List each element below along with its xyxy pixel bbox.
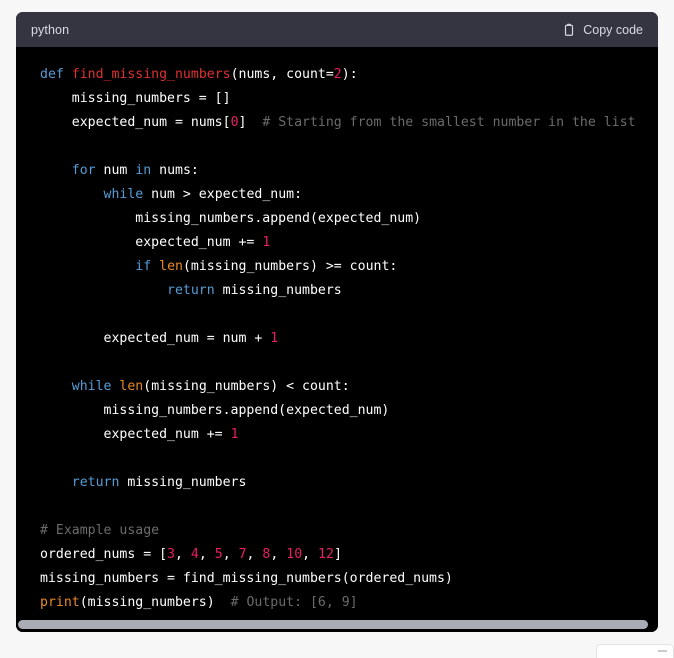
code-token: 0 <box>230 115 239 130</box>
code-token: (nums, count= <box>230 67 334 82</box>
code-token: len <box>119 379 144 394</box>
code-line: expected_num += 1 <box>40 427 239 442</box>
code-token: 1 <box>262 235 271 250</box>
code-token: # Output: [6, 9] <box>230 595 358 610</box>
code-token: len <box>159 259 183 274</box>
code-token: def <box>40 67 64 82</box>
code-token: missing_numbers <box>214 283 342 298</box>
code-token: 5 <box>214 547 223 562</box>
code-token: in <box>135 163 152 178</box>
code-token: print <box>40 595 80 610</box>
code-token: , <box>302 547 319 562</box>
code-token: while <box>71 379 112 394</box>
code-line: expected_num = nums[0] # Starting from t… <box>40 115 636 130</box>
code-line: if len(missing_numbers) >= count: <box>40 259 397 274</box>
code-token: 1 <box>270 331 279 346</box>
code-token: ordered_nums = [ <box>40 547 168 562</box>
code-token: # Starting from the smallest number in t… <box>262 115 636 130</box>
copy-code-label: Copy code <box>583 22 643 37</box>
code-token: expected_num += <box>40 235 263 250</box>
code-token: 4 <box>190 547 199 562</box>
code-token: expected_num = nums[ <box>40 115 231 130</box>
code-line: def find_missing_numbers(nums, count=2): <box>40 67 358 82</box>
code-token: missing_numbers = [] <box>40 91 231 106</box>
code-token: missing_numbers.append(expected_num) <box>40 211 422 226</box>
code-token: if <box>135 259 152 274</box>
code-token: expected_num += <box>40 427 231 442</box>
code-block: python Copy code def find_missing_number… <box>16 12 658 632</box>
code-token: return <box>167 283 215 298</box>
code-token: 10 <box>286 547 303 562</box>
code-token: find_missing_numbers <box>71 67 231 82</box>
copy-code-button[interactable]: Copy code <box>562 23 643 37</box>
code-token: , <box>222 547 239 562</box>
code-line: missing_numbers = find_missing_numbers(o… <box>40 571 453 586</box>
code-token: for <box>71 163 96 178</box>
code-token: nums: <box>151 163 199 178</box>
code-token: 7 <box>238 547 247 562</box>
code-token: , <box>175 547 191 562</box>
code-line: ordered_nums = [3, 4, 5, 7, 8, 10, 12] <box>40 547 342 562</box>
code-token: ] <box>333 547 342 562</box>
code-body: def find_missing_numbers(nums, count=2):… <box>16 47 658 632</box>
page-root: python Copy code def find_missing_number… <box>0 0 674 658</box>
code-token: 1 <box>230 427 239 442</box>
code-line: missing_numbers = [] <box>40 91 231 106</box>
code-token: 2 <box>333 67 342 82</box>
code-line: return missing_numbers <box>40 283 342 298</box>
code-token: missing_numbers.append(expected_num) <box>40 403 390 418</box>
code-line: missing_numbers.append(expected_num) <box>40 403 390 418</box>
code-token: ): <box>341 67 358 82</box>
code-token: 12 <box>318 547 334 562</box>
partial-element-below-code-block[interactable] <box>596 644 674 658</box>
code-token: (missing_numbers) <box>79 595 231 610</box>
code-token: 3 <box>167 547 175 562</box>
code-token: , <box>270 547 287 562</box>
code-token: missing_numbers <box>119 475 247 490</box>
code-token: (missing_numbers) < count: <box>143 379 350 394</box>
code-line: print(missing_numbers) # Output: [6, 9] <box>40 595 358 610</box>
code-line: # Example usage <box>40 523 159 538</box>
partial-element-tick-icon <box>658 650 667 652</box>
code-token: ] <box>238 115 263 130</box>
code-line: expected_num = num + 1 <box>40 331 279 346</box>
code-line: return missing_numbers <box>40 475 247 490</box>
code-token: return <box>71 475 120 490</box>
code-token: # Example usage <box>40 523 160 538</box>
code-token: while <box>103 187 144 202</box>
horizontal-scrollbar-track[interactable] <box>16 617 658 632</box>
code-line: missing_numbers.append(expected_num) <box>40 211 421 226</box>
code-token: num > expected_num: <box>143 187 303 202</box>
code-line: while len(missing_numbers) < count: <box>40 379 350 394</box>
code-block-header: python Copy code <box>16 12 658 47</box>
horizontal-scrollbar-thumb[interactable] <box>18 620 648 629</box>
code-language-label: python <box>31 22 70 37</box>
clipboard-icon <box>562 23 576 37</box>
code-line: while num > expected_num: <box>40 187 303 202</box>
code-token: expected_num = num + <box>40 331 271 346</box>
code-token: missing_numbers = find_missing_numbers(o… <box>40 571 453 586</box>
code-token: , <box>246 547 263 562</box>
code-token: num <box>95 163 136 178</box>
code-token: , <box>198 547 215 562</box>
code-line: expected_num += 1 <box>40 235 270 250</box>
code-token: (missing_numbers) >= count: <box>182 259 398 274</box>
code-line: for num in nums: <box>40 163 199 178</box>
code-content: def find_missing_numbers(nums, count=2):… <box>16 47 658 615</box>
